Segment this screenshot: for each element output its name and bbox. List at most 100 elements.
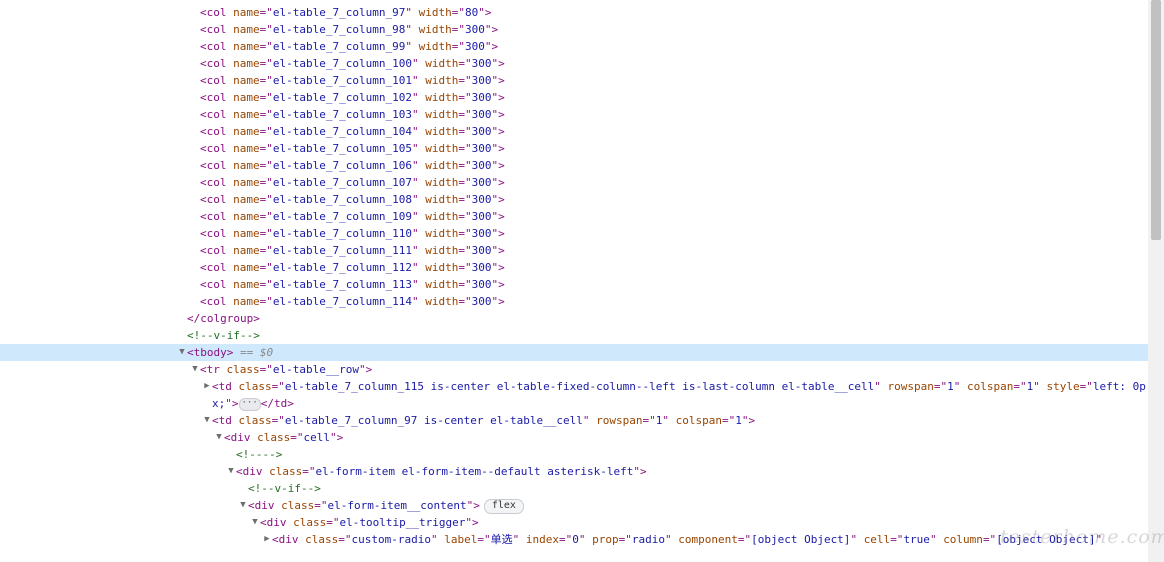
dom-node-line[interactable]: <col name="el-table_7_column_109" width=… [0, 208, 1148, 225]
dom-node-line[interactable]: <col name="el-table_7_column_103" width=… [0, 106, 1148, 123]
expand-triangle-icon[interactable]: ▼ [238, 497, 248, 514]
code-token: name [233, 125, 260, 138]
code-token: " [411, 295, 426, 308]
dom-node-line[interactable]: ▶ <div class="custom-radio" label="单选" in… [0, 531, 1148, 548]
expand-triangle-icon[interactable]: ▼ [190, 361, 200, 378]
code-token: "> [491, 108, 505, 121]
flex-badge[interactable]: flex [483, 498, 524, 514]
code-token: 300 [471, 125, 492, 138]
dom-node-line[interactable]: <col name="el-table_7_column_97" width="… [0, 4, 1148, 21]
code-token: 1 [735, 414, 742, 427]
dom-node-line[interactable]: <col name="el-table_7_column_98" width="… [0, 21, 1148, 38]
expand-triangle-icon[interactable]: ▼ [214, 429, 224, 446]
collapse-triangle-icon[interactable]: ▶ [262, 531, 272, 548]
code-token: 300 [471, 142, 492, 155]
code-token: =" [259, 244, 273, 257]
code-token: "> [491, 159, 505, 172]
code-token: " [405, 23, 419, 36]
ellipsis-badge[interactable]: ··· [238, 397, 261, 411]
dom-node-line[interactable]: ▼ <div class="el-tooltip__trigger"> [0, 514, 1148, 531]
code-token: =" [259, 159, 273, 172]
code-token: 300 [471, 108, 492, 121]
code-token: == $0 [233, 346, 274, 359]
code-token: =" [1013, 380, 1027, 393]
code-token: " [850, 533, 864, 546]
dom-node-line[interactable]: <col name="el-table_7_column_108" width=… [0, 191, 1148, 208]
dom-node-line[interactable]: <!--v-if--> [0, 327, 1148, 344]
expand-triangle-icon[interactable]: ▼ [226, 463, 236, 480]
code-token: 0 [572, 533, 579, 546]
dom-node-line[interactable]: <col name="el-table_7_column_112" width=… [0, 259, 1148, 276]
code-token: <col [200, 108, 234, 121]
dom-node-line[interactable]: ▼ <td class="el-table_7_column_97 is-cent… [0, 412, 1148, 429]
dom-node-line[interactable]: <col name="el-table_7_column_101" width=… [0, 72, 1148, 89]
code-token: 单选 [490, 533, 513, 546]
code-token: =" [259, 295, 273, 308]
code-token: width [425, 278, 459, 291]
code-token: label [444, 533, 478, 546]
code-token: x; [212, 397, 226, 410]
dom-node-line[interactable]: ▼ <div class="el-form-item__content"> flex [0, 497, 1148, 514]
dom-node-line[interactable]: ▶ <td class="el-table_7_column_115 is-cen… [0, 378, 1148, 395]
code-token: name [233, 74, 260, 87]
code-token: width [418, 6, 452, 19]
code-token: <div [272, 533, 306, 546]
dom-node-line[interactable]: <col name="el-table_7_column_106" width=… [0, 157, 1148, 174]
code-token: radio [631, 533, 665, 546]
code-token: true [903, 533, 930, 546]
dom-node-line[interactable]: <col name="el-table_7_column_113" width=… [0, 276, 1148, 293]
vertical-scrollbar[interactable] [1148, 0, 1164, 562]
dom-node-line[interactable]: <col name="el-table_7_column_110" width=… [0, 225, 1148, 242]
collapse-triangle-icon[interactable]: ▶ [202, 378, 212, 395]
code-token: =" [259, 142, 273, 155]
code-token: width [425, 125, 459, 138]
code-token: 300 [471, 227, 492, 240]
dom-node-line[interactable]: <col name="el-table_7_column_107" width=… [0, 174, 1148, 191]
code-token: <col [200, 295, 234, 308]
dom-node-line[interactable]: <col name="el-table_7_column_111" width=… [0, 242, 1148, 259]
code-token: el-table_7_column_104 [272, 125, 412, 138]
dom-node-line[interactable]: ▼ <tr class="el-table__row"> [0, 361, 1148, 378]
scrollbar-thumb[interactable] [1151, 0, 1161, 240]
code-token: el-table_7_column_107 [272, 176, 412, 189]
code-token: component [678, 533, 738, 546]
code-token: " [411, 125, 426, 138]
code-token: " [411, 278, 426, 291]
dom-node-line[interactable]: ▼ <tbody> == $0 [0, 344, 1148, 361]
code-token: " [411, 159, 426, 172]
code-token: =" [451, 40, 465, 53]
code-token: " [405, 40, 419, 53]
dom-node-line[interactable]: <!----> [0, 446, 1148, 463]
expand-triangle-icon[interactable]: ▼ [202, 412, 212, 429]
code-token: name [233, 244, 260, 257]
code-token: " [664, 533, 679, 546]
code-token: <col [200, 261, 234, 274]
code-token: <col [200, 176, 234, 189]
code-token: width [425, 244, 459, 257]
code-token: 300 [471, 159, 492, 172]
dom-node-line[interactable]: </colgroup> [0, 310, 1148, 327]
dom-node-line[interactable]: <col name="el-table_7_column_102" width=… [0, 89, 1148, 106]
dom-node-line[interactable]: <!--v-if--> [0, 480, 1148, 497]
code-token: " [411, 176, 426, 189]
code-token: column [943, 533, 983, 546]
code-token: <div [248, 499, 282, 512]
dom-node-line[interactable]: <col name="el-table_7_column_105" width=… [0, 140, 1148, 157]
dom-node-line[interactable]: <col name="el-table_7_column_104" width=… [0, 123, 1148, 140]
dom-node-line[interactable]: ▼ <div class="cell"> [0, 429, 1148, 446]
expand-triangle-icon[interactable]: ▼ [177, 344, 187, 361]
elements-tree[interactable]: <col name="el-table_7_column_97" width="… [0, 0, 1148, 562]
dom-node-line[interactable]: <col name="el-table_7_column_99" width="… [0, 38, 1148, 55]
dom-node-line[interactable]: <col name="el-table_7_column_100" width=… [0, 55, 1148, 72]
expand-triangle-icon[interactable]: ▼ [250, 514, 260, 531]
dom-node-line[interactable]: <col name="el-table_7_column_114" width=… [0, 293, 1148, 310]
code-token: <col [200, 23, 234, 36]
code-token: <td [212, 414, 239, 427]
code-token: =" [259, 91, 273, 104]
code-token: el-table_7_column_108 [272, 193, 412, 206]
code-token: el-table_7_column_106 [272, 159, 412, 172]
code-token: el-tooltip__trigger [339, 516, 466, 529]
code-token: name [233, 295, 260, 308]
dom-node-line[interactable]: ▼ <div class="el-form-item el-form-item--… [0, 463, 1148, 480]
dom-node-line[interactable]: x;"> ··· </td> [0, 395, 1148, 412]
